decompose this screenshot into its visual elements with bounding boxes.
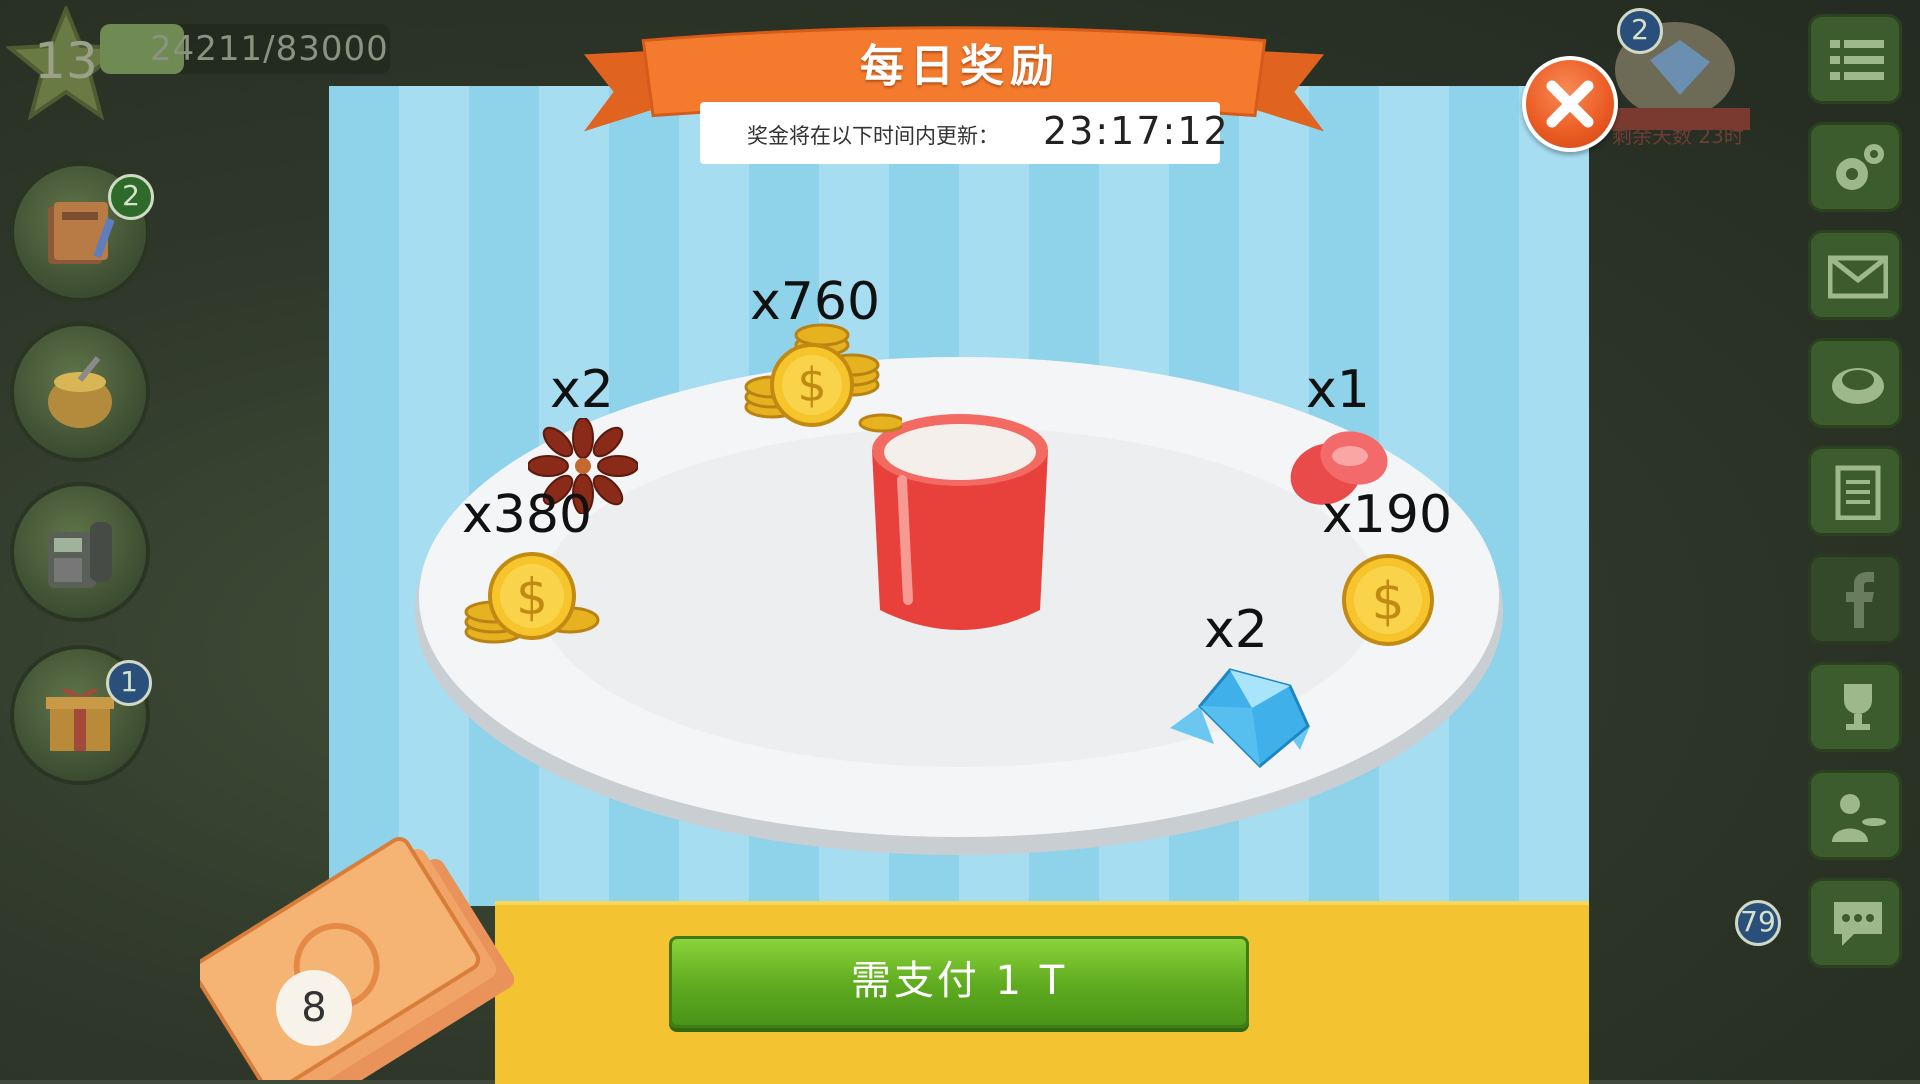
reward-label: x2 [1204, 600, 1268, 660]
svg-text:$: $ [516, 568, 548, 626]
gift-badge: 1 [106, 660, 152, 706]
pay-button[interactable]: 需支付 1 T [669, 936, 1249, 1028]
close-icon [1546, 80, 1594, 128]
facebook-icon [1846, 572, 1874, 628]
ticket-stack-icon [200, 837, 515, 1080]
xp-text: 24211/83000 [150, 29, 389, 69]
recipe-book-icon [48, 202, 115, 264]
dish-icon [1832, 368, 1884, 404]
food-shop-button[interactable] [1808, 338, 1902, 428]
notepad-icon [1835, 465, 1881, 520]
mail-button[interactable] [1808, 230, 1902, 320]
svg-text:$: $ [797, 358, 826, 412]
gold-coins-pile-icon: $ [744, 323, 902, 433]
timer-label: 奖金将在以下时间内更新： [747, 124, 999, 148]
settings-button[interactable] [1808, 122, 1902, 212]
envelope-icon [1828, 255, 1888, 299]
recipe-book-badge: 2 [108, 174, 154, 220]
phone-icon [48, 522, 112, 588]
menu-button[interactable] [1808, 14, 1902, 104]
flour-sack-icon [48, 356, 112, 428]
red-cup [872, 414, 1048, 630]
close-button[interactable] [1522, 56, 1618, 152]
gold-coins-icon: $ [464, 552, 600, 644]
dialog-title: 每日奖励 [860, 41, 1060, 92]
ingredients-button[interactable] [10, 322, 150, 462]
event-remaining-text: 剩余天数 23时 [1612, 124, 1744, 148]
achievements-button[interactable] [1808, 662, 1902, 752]
reward-label: x2 [550, 360, 614, 420]
orders-button[interactable] [1808, 446, 1902, 536]
oven-badge: 79 [1735, 900, 1781, 946]
facebook-button[interactable] [1808, 554, 1902, 644]
ticket-count: 8 [276, 970, 352, 1046]
refresh-timer: 奖金将在以下时间内更新： 23:17:12 [700, 102, 1228, 164]
staff-button[interactable] [1808, 770, 1902, 860]
right-toolbar [1782, 0, 1920, 1000]
xp-bar: 24211/83000 [100, 24, 390, 74]
timer-value: 23:17:12 [1043, 109, 1230, 153]
list-icon [1830, 40, 1884, 80]
reward-label: x190 [1322, 485, 1453, 545]
gear-icon [1836, 144, 1884, 190]
reward-label: x380 [462, 485, 593, 545]
event-badge: 2 [1617, 8, 1663, 54]
svg-text:$: $ [1371, 572, 1404, 632]
gold-coin-icon: $ [1342, 554, 1434, 646]
trophy-icon [1844, 684, 1872, 730]
phone-button[interactable] [10, 482, 150, 622]
waiter-icon [1832, 794, 1886, 842]
diamonds-icon [1170, 668, 1310, 769]
chat-button[interactable] [1808, 878, 1902, 968]
chat-bubble-icon [1834, 902, 1882, 946]
reward-label: x1 [1306, 360, 1370, 420]
